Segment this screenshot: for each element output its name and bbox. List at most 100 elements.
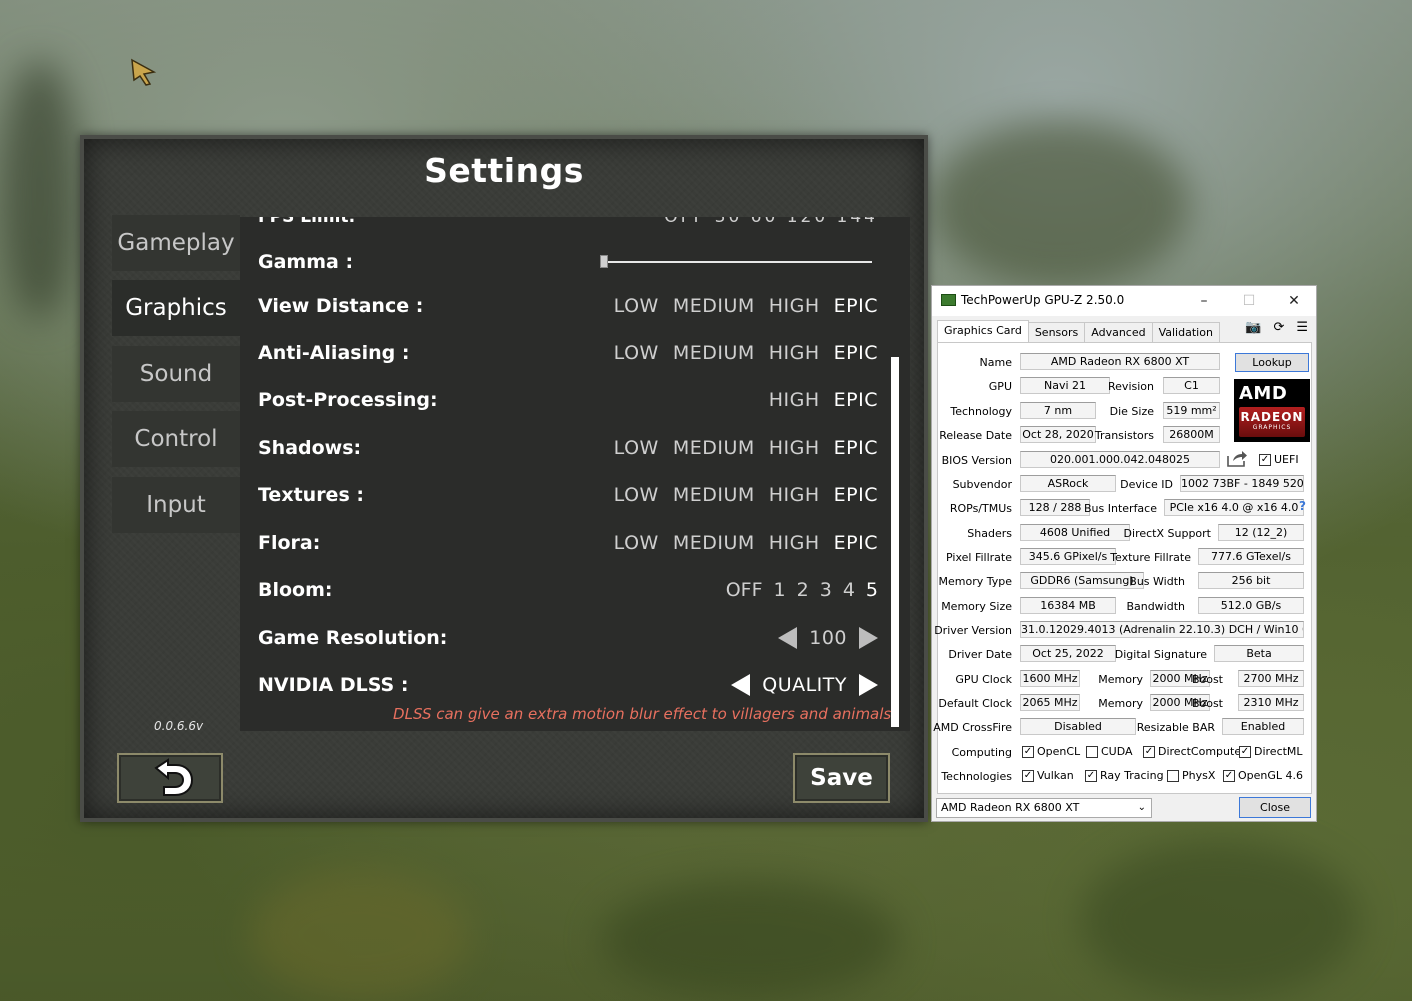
directcompute-checkbox[interactable]: ✓ DirectCompute [1143,745,1241,758]
bloom-option-2[interactable]: 2 [797,575,809,605]
background-foliage [1080,840,1360,1000]
option-high[interactable]: HIGH [769,528,820,558]
cuda-checkbox[interactable]: CUDA [1086,745,1133,758]
shadows-label: Shadows: [258,437,362,459]
option-low[interactable]: LOW [614,291,659,321]
texture-fillrate-label: Texture Fillrate [1110,551,1191,564]
menu-icon[interactable]: ☰ [1296,320,1308,335]
background-foliage [600,880,900,1000]
gpu-value: Navi 21 [1020,377,1110,394]
gamma-label: Gamma : [258,251,354,273]
help-icon[interactable]: ? [1299,499,1306,513]
option-medium[interactable]: MEDIUM [673,291,755,321]
bloom-option-off[interactable]: OFF [726,575,763,605]
option-high[interactable]: HIGH [769,480,820,510]
anti-aliasing-options: LOW MEDIUM HIGH EPIC [600,338,878,368]
gamma-slider-thumb[interactable] [600,255,608,268]
memory-type-value: GDDR6 (Samsung) [1020,572,1144,589]
rops-label: ROPs/TMUs [949,502,1012,515]
back-button[interactable] [117,753,223,803]
physx-checkbox[interactable]: PhysX [1167,769,1215,782]
subvendor-value: ASRock [1020,475,1116,492]
nvidia-dlss-row: NVIDIA DLSS : QUALITY [258,670,878,700]
crossfire-label: AMD CrossFire [933,721,1012,734]
logo-brand: AMD [1239,383,1288,404]
option-low[interactable]: LOW [614,528,659,558]
tab-input[interactable]: Input [112,477,240,533]
default-clock-value: 2065 MHz [1020,694,1080,711]
opengl-checkbox[interactable]: ✓ OpenGL 4.6 [1223,769,1303,782]
close-icon[interactable]: ✕ [1274,290,1314,312]
dlss-previous-icon[interactable] [731,674,751,696]
tab-sensors[interactable]: Sensors [1027,322,1086,342]
share-icon[interactable] [1226,450,1248,468]
option-medium[interactable]: MEDIUM [673,528,755,558]
tab-control[interactable]: Control [112,411,240,467]
fps-limit-options[interactable]: OFF 30 60 120 144 [664,217,878,227]
shadows-row: Shadows: LOW MEDIUM HIGH EPIC [258,433,878,463]
dlss-next-icon[interactable] [859,674,878,696]
default-clock-label: Default Clock [938,697,1012,710]
post-processing-row: Post-Processing: HIGH EPIC [258,385,878,415]
dlss-stepper: QUALITY [731,670,878,700]
option-low[interactable]: LOW [614,338,659,368]
resolution-decrease-icon[interactable] [778,627,798,649]
option-epic[interactable]: EPIC [834,480,878,510]
crossfire-value: Disabled [1020,718,1136,735]
ray-tracing-checkbox[interactable]: ✓ Ray Tracing [1085,769,1164,782]
textures-label: Textures : [258,484,364,506]
nvidia-dlss-label: NVIDIA DLSS : [258,674,409,696]
option-epic[interactable]: EPIC [834,385,878,415]
subvendor-label: Subvendor [952,478,1012,491]
tab-validation[interactable]: Validation [1151,322,1220,342]
option-epic[interactable]: EPIC [834,338,878,368]
option-high[interactable]: HIGH [769,385,820,415]
save-button[interactable]: Save [793,753,890,803]
option-high[interactable]: HIGH [769,338,820,368]
graphics-settings-panel: FPS Limit: OFF 30 60 120 144 Gamma : Vie… [240,217,910,731]
texture-fillrate-value: 777.6 GTexel/s [1198,548,1304,565]
option-low[interactable]: LOW [614,480,659,510]
vulkan-checkbox[interactable]: ✓ Vulkan [1022,769,1074,782]
settings-scrollbar[interactable] [891,357,899,727]
opencl-checkbox[interactable]: ✓ OpenCL [1022,745,1080,758]
option-medium[interactable]: MEDIUM [673,338,755,368]
close-button[interactable]: Close [1239,797,1311,818]
gamma-slider-track[interactable] [602,261,872,263]
option-medium[interactable]: MEDIUM [673,433,755,463]
refresh-icon[interactable]: ⟳ [1273,320,1284,335]
textures-row: Textures : LOW MEDIUM HIGH EPIC [258,480,878,510]
option-epic[interactable]: EPIC [834,291,878,321]
tab-gameplay[interactable]: Gameplay [112,215,240,271]
option-epic[interactable]: EPIC [834,433,878,463]
option-high[interactable]: HIGH [769,433,820,463]
bus-interface-value: PCIe x16 4.0 @ x16 4.0 [1164,499,1304,516]
bus-width-value: 256 bit [1198,572,1304,589]
physx-label: PhysX [1182,769,1216,782]
graphics-card-panel: Name AMD Radeon RX 6800 XT Lookup GPU Na… [933,342,1312,794]
maximize-icon[interactable]: ☐ [1229,290,1269,312]
option-high[interactable]: HIGH [769,291,820,321]
bloom-option-3[interactable]: 3 [820,575,832,605]
uefi-checkbox[interactable]: ✓ UEFI [1259,453,1299,466]
resolution-increase-icon[interactable] [859,627,878,649]
tab-sound[interactable]: Sound [112,346,240,402]
bloom-option-1[interactable]: 1 [774,575,786,605]
bandwidth-value: 512.0 GB/s [1198,597,1304,614]
uefi-label: UEFI [1274,453,1299,466]
lookup-button[interactable]: Lookup [1235,353,1309,372]
minimize-icon[interactable]: – [1184,290,1224,312]
tab-graphics[interactable]: Graphics [112,280,240,336]
fps-limit-row-cut: FPS Limit: OFF 30 60 120 144 [258,217,878,227]
tab-advanced[interactable]: Advanced [1084,322,1153,342]
option-medium[interactable]: MEDIUM [673,480,755,510]
option-low[interactable]: LOW [614,433,659,463]
option-epic[interactable]: EPIC [834,528,878,558]
technologies-label: Technologies [941,770,1012,783]
directml-checkbox[interactable]: ✓ DirectML [1239,745,1303,758]
tab-graphics-card[interactable]: Graphics Card [937,320,1029,342]
bloom-option-4[interactable]: 4 [843,575,855,605]
gpu-select-dropdown[interactable]: AMD Radeon RX 6800 XT ⌄ [936,798,1152,818]
bloom-option-5[interactable]: 5 [866,575,878,605]
camera-icon[interactable]: 📷 [1245,320,1261,335]
